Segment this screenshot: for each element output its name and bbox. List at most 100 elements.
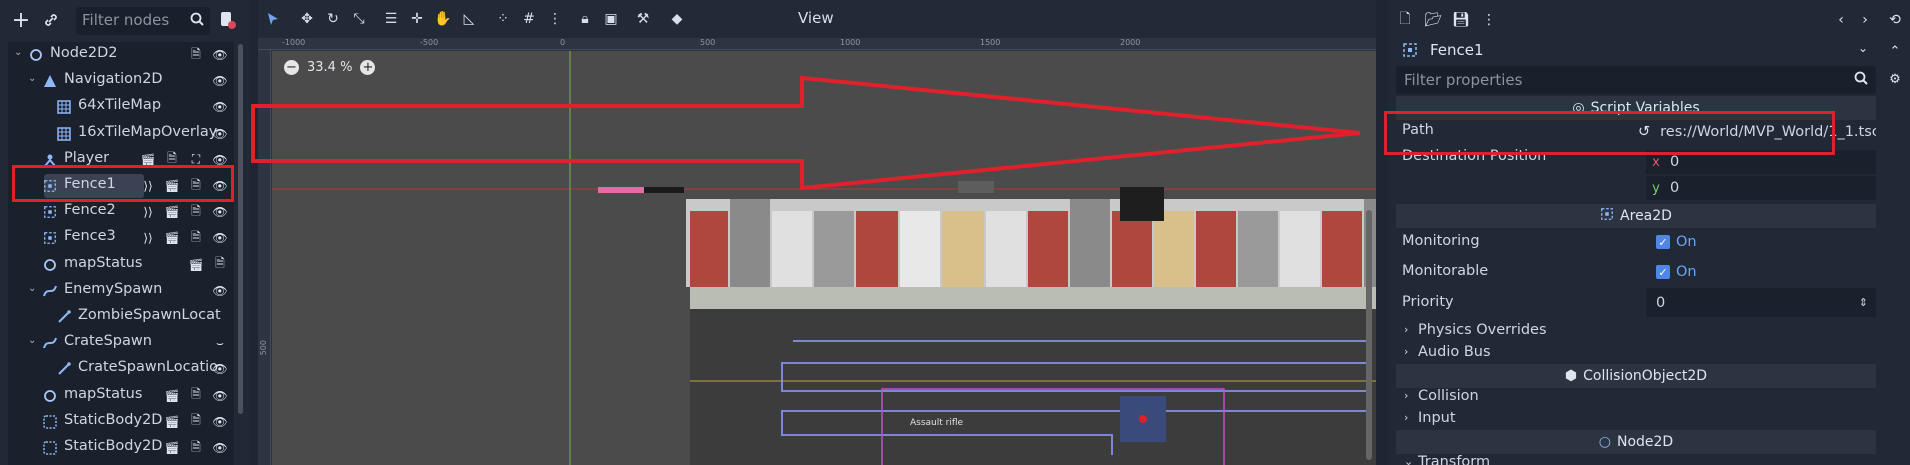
pan-tool-icon[interactable]: ✋ xyxy=(434,10,452,28)
visibility-icon[interactable]: 👁︎ xyxy=(212,47,228,63)
filter-properties-input[interactable]: Filter properties xyxy=(1396,66,1876,94)
back-icon[interactable]: ‹ xyxy=(1832,11,1850,29)
script-icon[interactable]: 🗎︎ xyxy=(188,440,204,456)
scale-tool-icon[interactable]: ⤡ xyxy=(350,10,368,28)
move-tool-icon[interactable]: ✥ xyxy=(298,10,316,28)
script-icon[interactable]: 🗎︎ xyxy=(188,387,204,404)
more-options-icon[interactable]: ⋮ xyxy=(1480,11,1498,29)
forward-icon[interactable]: › xyxy=(1856,11,1874,29)
list-select-tool-icon[interactable]: ☰ xyxy=(382,10,400,28)
open-folder-icon[interactable]: 📂︎ xyxy=(1424,11,1442,29)
instance-icon[interactable]: 🎬︎ xyxy=(164,440,180,456)
visibility-icon[interactable]: 👁︎ xyxy=(212,126,228,142)
scene-canvas[interactable]: Assault rifle xyxy=(272,51,1376,465)
group-icon[interactable]: ▣ xyxy=(602,10,620,28)
script-icon[interactable]: 🗎︎ xyxy=(212,256,228,273)
chevron-down-icon[interactable]: ⌄ xyxy=(14,47,24,58)
subsection-physics-overrides[interactable]: › Physics Overrides xyxy=(1396,320,1876,342)
visibility-icon[interactable]: 👁︎ xyxy=(212,204,228,220)
new-resource-icon[interactable]: 🗋︎ xyxy=(1396,11,1414,29)
tree-node-row[interactable]: mapStatus 🎬︎ 🗎︎ xyxy=(8,252,234,278)
signal-icon[interactable]: ⟩⟩ xyxy=(140,204,156,220)
scene-dock: + Filter nodes ⌄ Node2D2 🗎︎ 👁︎ ⌄ Navigation2D… xyxy=(0,0,250,465)
section-node2d[interactable]: ○ Node2D xyxy=(1396,430,1876,454)
viewport-scrollbar[interactable] xyxy=(1366,210,1372,460)
tree-node-row[interactable]: StaticBody2D 🎬︎ 🗎︎ 👁︎ xyxy=(8,435,234,461)
instance-icon[interactable]: 🎬︎ xyxy=(188,257,204,273)
filter-script-icon[interactable] xyxy=(218,10,240,32)
pivot-tool-icon[interactable]: ✛ xyxy=(408,10,426,28)
monitorable-checkbox[interactable]: ✓ On xyxy=(1646,260,1876,284)
priority-spinbox[interactable]: 0 ⇕ xyxy=(1646,288,1876,317)
visibility-icon[interactable]: 👁︎ xyxy=(212,440,228,456)
scene-tree[interactable]: ⌄ Node2D2 🗎︎ 👁︎ ⌄ Navigation2D 👁︎ 64xTileMap 👁︎ 1… xyxy=(8,42,234,465)
ruler-tool-icon[interactable]: ◺ xyxy=(460,10,478,28)
visibility-icon[interactable]: 👁︎ xyxy=(212,99,228,115)
tree-node-row[interactable]: CrateSpawnLocatio 👁︎ xyxy=(8,356,234,382)
subsection-audio-bus[interactable]: › Audio Bus xyxy=(1396,342,1876,364)
dest-y-field[interactable]: y 0 xyxy=(1646,176,1876,200)
spin-arrows-icon[interactable]: ⇕ xyxy=(1859,296,1868,309)
grid-snap-icon[interactable]: # xyxy=(520,10,538,28)
smart-snap-icon[interactable]: ⁘ xyxy=(494,10,512,28)
select-tool-icon[interactable] xyxy=(264,10,282,28)
instance-icon[interactable]: 🎬︎ xyxy=(164,230,180,246)
subsection-transform[interactable]: ⌄ Transform xyxy=(1396,452,1876,465)
lock-icon[interactable]: 🔒︎ xyxy=(576,10,594,28)
skeleton-icon[interactable]: ⚒ xyxy=(634,10,652,28)
prop-label: Monitoring xyxy=(1402,233,1480,249)
zoom-in-button[interactable]: + xyxy=(360,60,376,75)
chevron-down-icon[interactable]: ⌄ xyxy=(1858,41,1868,55)
chevron-down-icon[interactable]: ⌄ xyxy=(28,73,38,84)
tree-node-row[interactable]: StaticBody2D 🎬︎ 🗎︎ 👁︎ xyxy=(8,409,234,435)
section-area2d[interactable]: Area2D xyxy=(1396,204,1876,228)
hidden-icon[interactable]: ⌣ xyxy=(212,335,228,351)
script-icon[interactable]: 🗎︎ xyxy=(188,413,204,430)
cube-icon: ⬢ xyxy=(1564,368,1578,384)
view-menu[interactable]: View xyxy=(798,9,834,27)
tree-node-row[interactable]: ⌄ EnemySpawn 👁︎ xyxy=(8,278,234,304)
subsection-input[interactable]: › Input xyxy=(1396,408,1876,430)
camera-override-icon[interactable]: ◆ xyxy=(668,10,686,28)
tree-node-row[interactable]: ⌄ Navigation2D 👁︎ xyxy=(8,68,234,94)
chevron-down-icon[interactable]: ⌄ xyxy=(28,335,38,346)
property-settings-icon[interactable]: ⚙ xyxy=(1886,70,1904,88)
instance-icon[interactable]: 🎬︎ xyxy=(164,414,180,430)
tree-node-row[interactable]: ⌄ Node2D2 🗎︎ 👁︎ xyxy=(8,42,234,68)
subsection-collision[interactable]: › Collision xyxy=(1396,386,1876,408)
visibility-icon[interactable]: 👁︎ xyxy=(212,388,228,404)
script-icon[interactable]: 🗎︎ xyxy=(188,204,204,220)
inspector-node-selector[interactable]: Fence1 ⌄ xyxy=(1396,38,1876,64)
tree-node-row[interactable]: Fence3 ⟩⟩ 🎬︎ 🗎︎ 👁︎ xyxy=(8,225,234,251)
tree-node-row[interactable]: ⌄ CrateSpawn ⌣ xyxy=(8,330,234,356)
section-collision-object[interactable]: ⬢ CollisionObject2D xyxy=(1396,364,1876,388)
visibility-icon[interactable]: 👁︎ xyxy=(212,414,228,430)
zoom-out-button[interactable]: − xyxy=(284,60,299,75)
zoom-level[interactable]: 33.4 % xyxy=(307,60,352,75)
script-icon[interactable]: 🗎︎ xyxy=(188,230,204,246)
history-icon[interactable]: ⟲ xyxy=(1886,11,1904,29)
visibility-icon[interactable]: 👁︎ xyxy=(212,73,228,89)
visibility-icon[interactable]: 👁︎ xyxy=(212,361,228,377)
filter-nodes-input[interactable]: Filter nodes xyxy=(76,7,210,35)
tree-node-row[interactable]: 64xTileMap 👁︎ xyxy=(8,94,234,120)
save-icon[interactable]: 💾︎ xyxy=(1452,11,1470,29)
visibility-icon[interactable]: 👁︎ xyxy=(212,283,228,299)
expand-icon[interactable]: ⌃ xyxy=(1886,42,1904,60)
add-node-icon[interactable]: + xyxy=(12,8,30,33)
instance-icon[interactable]: 🎬︎ xyxy=(164,204,180,220)
script-icon[interactable]: 🗎︎ xyxy=(188,47,204,63)
instance-icon[interactable]: 🎬︎ xyxy=(164,388,180,404)
link-icon[interactable] xyxy=(42,11,60,29)
snap-options-icon[interactable]: ⋮ xyxy=(546,10,564,28)
chevron-down-icon[interactable]: ⌄ xyxy=(28,283,38,294)
visibility-icon[interactable]: 👁︎ xyxy=(212,230,228,246)
monitoring-checkbox[interactable]: ✓ On xyxy=(1646,230,1876,254)
tree-node-row[interactable]: Fence2 ⟩⟩ 🎬︎ 🗎︎ 👁︎ xyxy=(8,199,234,225)
rotate-tool-icon[interactable]: ↻ xyxy=(324,10,342,28)
scene-tree-scrollbar[interactable] xyxy=(238,44,243,414)
tree-node-row[interactable]: 16xTileMapOverlay 👁︎ xyxy=(8,121,234,147)
tree-node-row[interactable]: mapStatus 🎬︎ 🗎︎ 👁︎ xyxy=(8,383,234,409)
signal-icon[interactable]: ⟩⟩ xyxy=(140,230,156,246)
tree-node-row[interactable]: ZombieSpawnLocat xyxy=(8,304,234,330)
